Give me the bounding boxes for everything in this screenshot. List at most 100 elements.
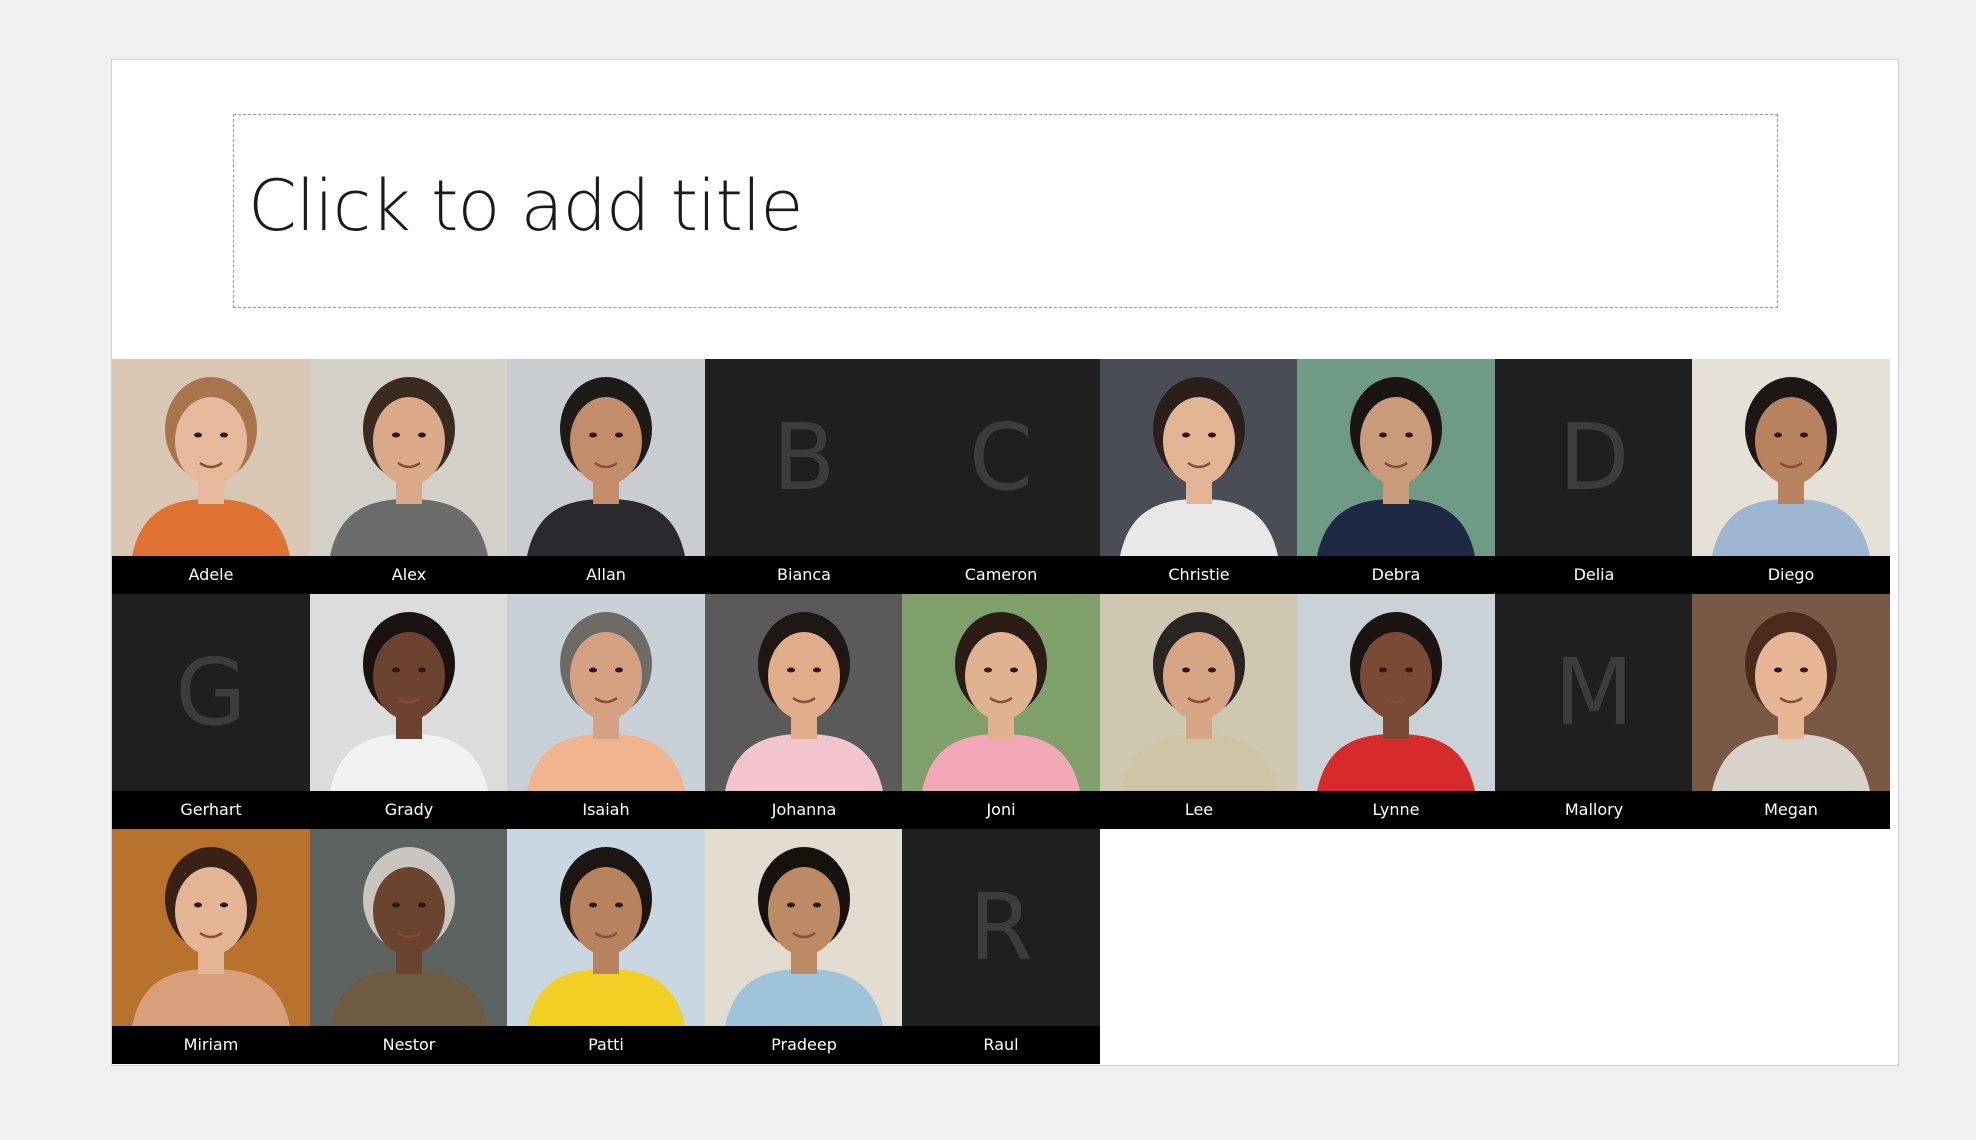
portrait-eye-left [194, 902, 202, 908]
person-tile[interactable]: Patti [507, 829, 705, 1064]
portrait-face [1163, 397, 1235, 485]
portrait-face [1163, 632, 1235, 720]
person-name-label: Lynne [1297, 791, 1495, 829]
person-tile[interactable]: C Cameron [902, 359, 1100, 594]
person-tile[interactable]: G Gerhart [112, 594, 310, 829]
portrait-illustration [902, 594, 1100, 791]
portrait-illustration [705, 829, 903, 1026]
person-photo [507, 359, 705, 556]
person-name-label: Mallory [1495, 791, 1693, 829]
portrait-eye-left [392, 667, 400, 673]
portrait-eye-left [589, 667, 597, 673]
portrait-eye-right [418, 432, 426, 438]
portrait-illustration [705, 594, 903, 791]
portrait-face [768, 632, 840, 720]
person-name-label: Allan [507, 556, 705, 594]
person-tile[interactable]: Joni [902, 594, 1100, 829]
portrait-illustration [310, 829, 508, 1026]
person-tile[interactable]: Allan [507, 359, 705, 594]
portrait-eye-left [589, 902, 597, 908]
person-initial-letter: C [968, 404, 1034, 511]
person-name-label: Bianca [705, 556, 903, 594]
portrait-eye-left [392, 902, 400, 908]
person-name-label: Joni [902, 791, 1100, 829]
portrait-face [1755, 397, 1827, 485]
person-initial-letter: B [772, 404, 836, 511]
person-photo [507, 594, 705, 791]
person-photo [507, 829, 705, 1026]
portrait-eye-right [418, 667, 426, 673]
person-tile[interactable]: Grady [310, 594, 508, 829]
portrait-eye-left [787, 902, 795, 908]
person-tile[interactable]: R Raul [902, 829, 1100, 1064]
portrait-face [373, 397, 445, 485]
portrait-eye-left [589, 432, 597, 438]
person-name-label: Miriam [112, 1026, 310, 1064]
person-name-label: Christie [1100, 556, 1298, 594]
portrait-illustration [112, 359, 310, 556]
person-tile[interactable]: Isaiah [507, 594, 705, 829]
portrait-illustration [1100, 359, 1298, 556]
person-name-label: Johanna [705, 791, 903, 829]
person-photo [310, 829, 508, 1026]
person-tile[interactable]: B Bianca [705, 359, 903, 594]
person-name-label: Pradeep [705, 1026, 903, 1064]
portrait-face [570, 632, 642, 720]
portrait-face [1360, 397, 1432, 485]
person-tile[interactable]: Lee [1100, 594, 1298, 829]
portrait-eye-right [1010, 667, 1018, 673]
portrait-illustration [1692, 359, 1890, 556]
person-tile[interactable]: Diego [1692, 359, 1890, 594]
person-tile[interactable]: D Delia [1495, 359, 1693, 594]
portrait-illustration [310, 359, 508, 556]
portrait-eye-left [1182, 667, 1190, 673]
title-placeholder[interactable]: Click to add title [233, 114, 1778, 308]
portrait-eye-left [1182, 432, 1190, 438]
person-tile[interactable]: Lynne [1297, 594, 1495, 829]
person-photo [1297, 359, 1495, 556]
person-tile[interactable]: Nestor [310, 829, 508, 1064]
person-initial-placeholder: G [112, 594, 310, 791]
person-initial-placeholder: C [902, 359, 1100, 556]
title-placeholder-text[interactable]: Click to add title [248, 165, 803, 247]
person-tile[interactable]: Debra [1297, 359, 1495, 594]
person-name-label: Alex [310, 556, 508, 594]
portrait-illustration [1297, 359, 1495, 556]
person-tile[interactable]: M Mallory [1495, 594, 1693, 829]
person-tile[interactable]: Megan [1692, 594, 1890, 829]
portrait-eye-left [194, 432, 202, 438]
portrait-illustration [1100, 594, 1298, 791]
person-tile[interactable]: Pradeep [705, 829, 903, 1064]
person-tile[interactable]: Miriam [112, 829, 310, 1064]
portrait-eye-right [1208, 667, 1216, 673]
portrait-illustration [507, 829, 705, 1026]
person-photo [1692, 594, 1890, 791]
person-tile[interactable]: Alex [310, 359, 508, 594]
person-name-label: Nestor [310, 1026, 508, 1064]
portrait-eye-right [615, 432, 623, 438]
portrait-eye-right [615, 667, 623, 673]
person-name-label: Raul [902, 1026, 1100, 1064]
portrait-face [175, 397, 247, 485]
person-name-label: Megan [1692, 791, 1890, 829]
person-tile[interactable]: Christie [1100, 359, 1298, 594]
person-tile[interactable]: Johanna [705, 594, 903, 829]
person-name-label: Patti [507, 1026, 705, 1064]
portrait-eye-right [1800, 667, 1808, 673]
person-name-label: Delia [1495, 556, 1693, 594]
person-photo [902, 594, 1100, 791]
portrait-face [768, 867, 840, 955]
person-tile[interactable]: Adele [112, 359, 310, 594]
person-name-label: Grady [310, 791, 508, 829]
person-initial-placeholder: R [902, 829, 1100, 1026]
portrait-face [570, 867, 642, 955]
person-photo [112, 359, 310, 556]
person-photo [705, 829, 903, 1026]
portrait-eye-left [1774, 667, 1782, 673]
person-initial-letter: D [1558, 404, 1630, 511]
person-photo [310, 594, 508, 791]
portrait-face [175, 867, 247, 955]
portrait-eye-right [1405, 667, 1413, 673]
person-name-label: Lee [1100, 791, 1298, 829]
person-photo [112, 829, 310, 1026]
